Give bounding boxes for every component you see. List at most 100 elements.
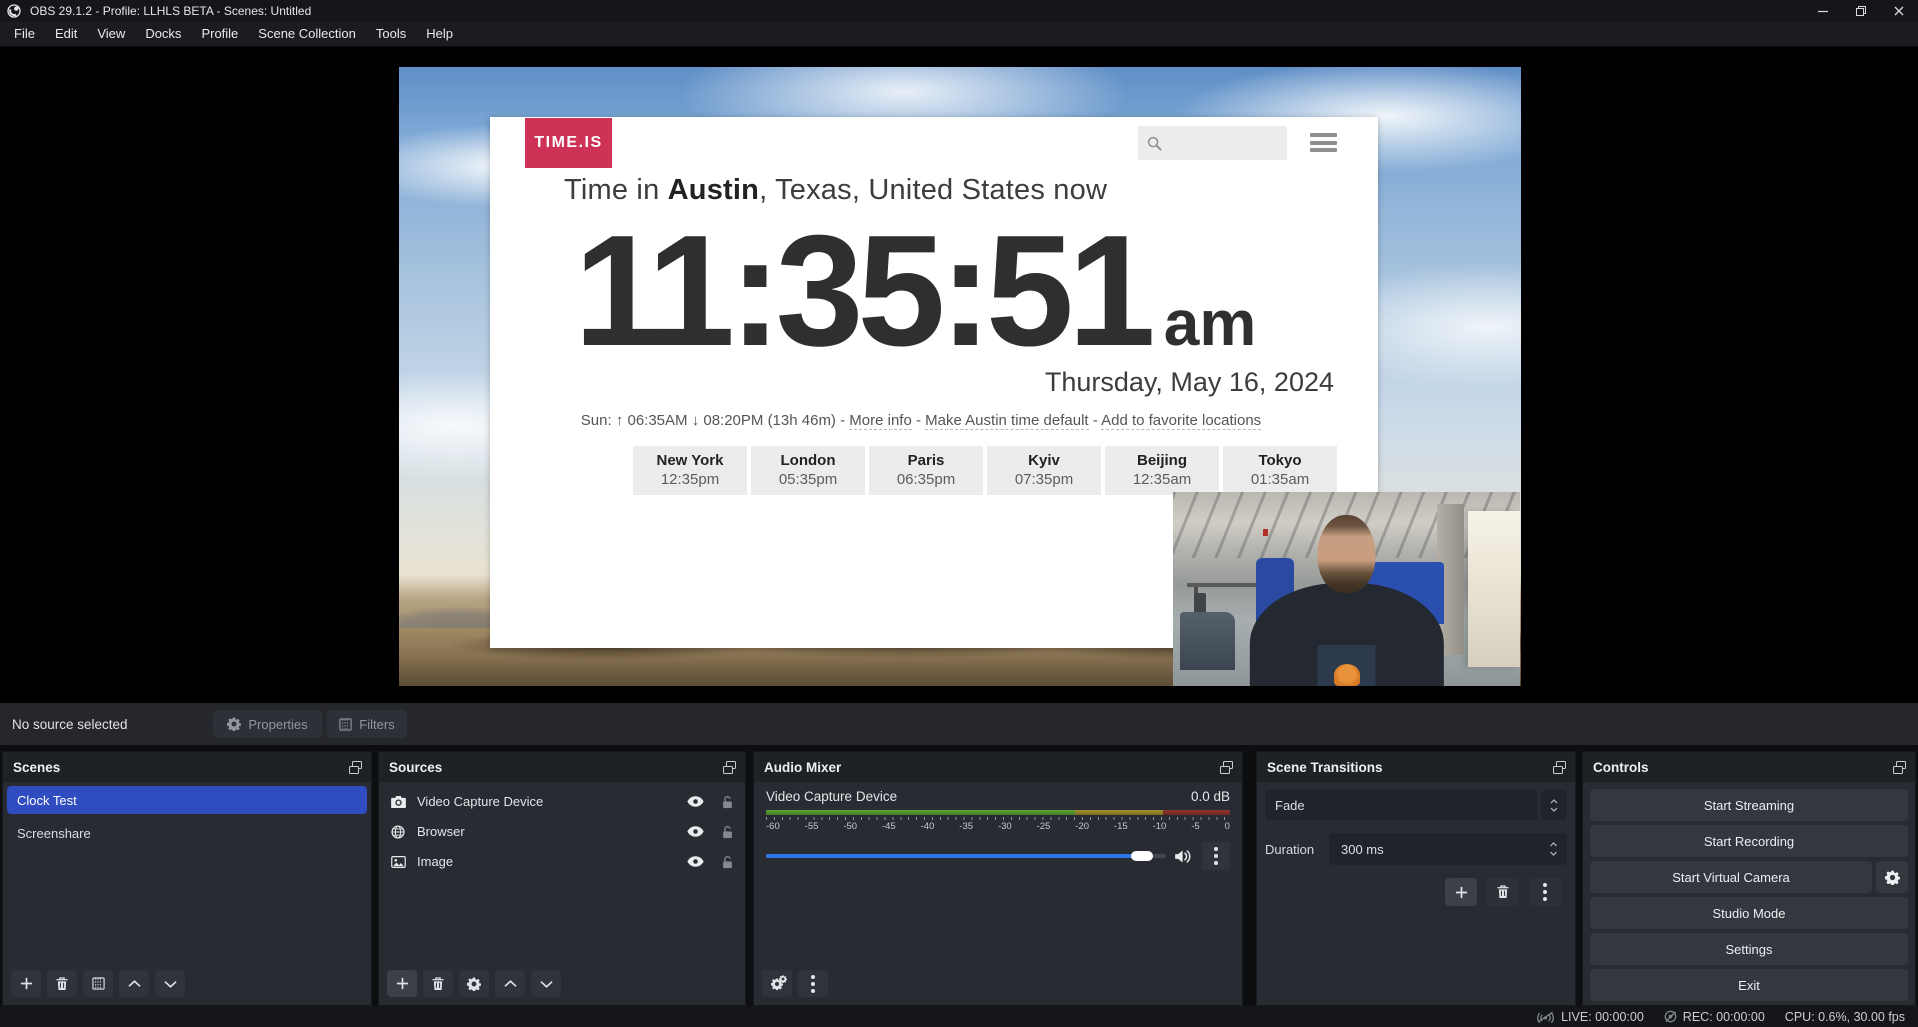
- source-status-text: No source selected: [12, 717, 128, 732]
- exit-button[interactable]: Exit: [1590, 969, 1908, 1001]
- source-properties-button[interactable]: [459, 970, 489, 997]
- source-toolbar: No source selected Properties Filters: [0, 703, 1918, 745]
- studio-mode-button[interactable]: Studio Mode: [1590, 897, 1908, 929]
- volume-slider-handle[interactable]: [1131, 851, 1153, 861]
- mixer-header[interactable]: Audio Mixer: [754, 752, 1242, 782]
- trash-icon: [432, 977, 444, 991]
- mixer-channel-menu-button[interactable]: [1202, 842, 1230, 870]
- kebab-icon: [1543, 883, 1547, 901]
- remove-transition-button[interactable]: [1487, 878, 1519, 906]
- transition-menu-button[interactable]: [1529, 878, 1561, 906]
- source-item-video-capture[interactable]: Video Capture Device: [379, 788, 745, 815]
- source-item-image[interactable]: Image: [379, 848, 745, 875]
- popout-icon[interactable]: [348, 760, 363, 775]
- source-item-browser[interactable]: Browser: [379, 818, 745, 845]
- record-disc-icon: [1664, 1010, 1677, 1023]
- controls-header[interactable]: Controls: [1583, 752, 1915, 782]
- menu-help[interactable]: Help: [416, 22, 463, 46]
- remove-scene-button[interactable]: [47, 970, 77, 997]
- city-card: London05:35pm: [751, 446, 865, 495]
- duration-input[interactable]: 300 ms: [1329, 833, 1567, 865]
- move-scene-down-button[interactable]: [155, 970, 185, 997]
- menu-view[interactable]: View: [87, 22, 135, 46]
- obs-logo-icon: [7, 4, 21, 18]
- heading-suffix: , Texas, United States now: [759, 174, 1107, 206]
- transition-select-arrows[interactable]: [1541, 790, 1567, 820]
- scenes-header[interactable]: Scenes: [3, 752, 371, 782]
- duration-value: 300 ms: [1341, 842, 1384, 857]
- timeis-logo: TIME.IS: [525, 118, 612, 168]
- chevron-down-icon: [540, 980, 553, 988]
- move-source-up-button[interactable]: [495, 970, 525, 997]
- lock-open-icon[interactable]: [722, 795, 733, 809]
- clock-meridiem: am: [1164, 286, 1257, 360]
- virtual-camera-settings-button[interactable]: [1876, 861, 1908, 893]
- menu-profile[interactable]: Profile: [191, 22, 248, 46]
- lock-open-icon[interactable]: [722, 855, 733, 869]
- webcam-source[interactable]: [1173, 492, 1520, 686]
- trash-icon: [56, 977, 68, 991]
- menu-scene-collection[interactable]: Scene Collection: [248, 22, 366, 46]
- properties-button[interactable]: Properties: [213, 710, 322, 738]
- popout-icon[interactable]: [1219, 760, 1234, 775]
- move-scene-up-button[interactable]: [119, 970, 149, 997]
- transition-select[interactable]: Fade: [1265, 790, 1538, 820]
- gear-icon: [1885, 870, 1900, 885]
- add-transition-button[interactable]: [1445, 878, 1477, 906]
- start-streaming-button[interactable]: Start Streaming: [1590, 789, 1908, 821]
- city-card: Beijing12:35am: [1105, 446, 1219, 495]
- lock-open-icon[interactable]: [722, 825, 733, 839]
- search-icon: [1147, 136, 1162, 151]
- filters-button[interactable]: Filters: [327, 710, 407, 738]
- mixer-menu-button[interactable]: [798, 970, 828, 997]
- speaker-icon[interactable]: [1175, 850, 1193, 863]
- menu-docks[interactable]: Docks: [135, 22, 191, 46]
- chevron-up-icon: [1550, 799, 1558, 804]
- volume-meter: [766, 810, 1230, 815]
- menu-file[interactable]: File: [4, 22, 45, 46]
- close-button[interactable]: [1880, 0, 1918, 22]
- duration-spinner[interactable]: [1549, 833, 1558, 865]
- visibility-eye-icon[interactable]: [687, 856, 704, 867]
- preview-stage: TIME.IS Time in Austin, Texas, United St…: [0, 47, 1918, 703]
- image-icon: [391, 856, 417, 868]
- start-recording-button[interactable]: Start Recording: [1590, 825, 1908, 857]
- duration-label: Duration: [1265, 842, 1329, 857]
- visibility-eye-icon[interactable]: [687, 826, 704, 837]
- preview-canvas[interactable]: TIME.IS Time in Austin, Texas, United St…: [399, 67, 1521, 686]
- gear-icon: [227, 717, 241, 731]
- add-source-button[interactable]: [387, 970, 417, 997]
- scene-item-clock-test[interactable]: Clock Test: [7, 786, 367, 814]
- sources-title: Sources: [389, 760, 442, 775]
- meter-ticks: [766, 817, 1230, 820]
- city-card: Paris06:35pm: [869, 446, 983, 495]
- popout-icon[interactable]: [1892, 760, 1907, 775]
- restore-button[interactable]: [1842, 0, 1880, 22]
- minimize-button[interactable]: [1804, 0, 1842, 22]
- source-label: Video Capture Device: [417, 794, 687, 809]
- volume-slider[interactable]: [766, 854, 1166, 858]
- menu-edit[interactable]: Edit: [45, 22, 87, 46]
- start-virtual-camera-button[interactable]: Start Virtual Camera: [1590, 861, 1872, 893]
- advanced-audio-button[interactable]: [762, 970, 792, 997]
- sources-header[interactable]: Sources: [379, 752, 745, 782]
- controls-title: Controls: [1593, 760, 1649, 775]
- scene-item-screenshare[interactable]: Screenshare: [7, 820, 367, 846]
- transitions-header[interactable]: Scene Transitions: [1257, 752, 1575, 782]
- move-source-down-button[interactable]: [531, 970, 561, 997]
- settings-button[interactable]: Settings: [1590, 933, 1908, 965]
- window-title: OBS 29.1.2 - Profile: LLHLS BETA - Scene…: [30, 4, 311, 18]
- live-timer: LIVE: 00:00:00: [1561, 1010, 1644, 1024]
- scene-filters-button[interactable]: [83, 970, 113, 997]
- popout-icon[interactable]: [1552, 760, 1567, 775]
- camera-icon: [391, 796, 417, 808]
- timeis-city-times: New York12:35pm London05:35pm Paris06:35…: [633, 446, 1341, 495]
- remove-source-button[interactable]: [423, 970, 453, 997]
- visibility-eye-icon[interactable]: [687, 796, 704, 807]
- add-scene-button[interactable]: [11, 970, 41, 997]
- menu-tools[interactable]: Tools: [366, 22, 416, 46]
- minimize-icon: [1817, 5, 1829, 17]
- timeis-sun-line: Sun: ↑ 06:35AM ↓ 08:20PM (13h 46m) - Mor…: [490, 412, 1352, 429]
- popout-icon[interactable]: [722, 760, 737, 775]
- kebab-icon: [811, 975, 815, 993]
